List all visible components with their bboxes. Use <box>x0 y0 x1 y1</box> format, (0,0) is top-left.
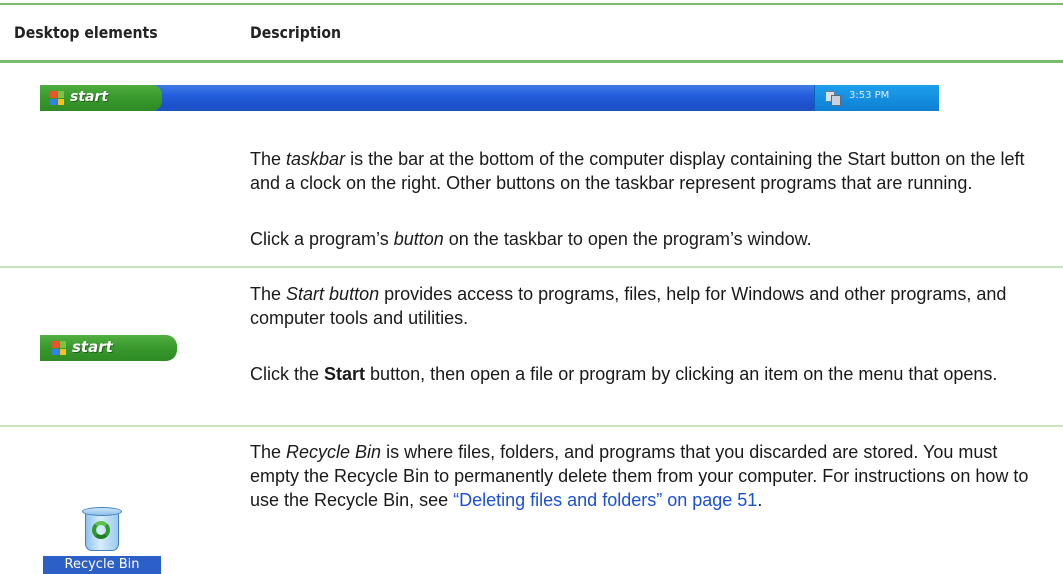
start-description-1: The Start button provides access to prog… <box>250 284 1007 328</box>
bold-start: Start <box>324 364 366 384</box>
windows-flag-icon <box>50 91 64 105</box>
start-description-2: Click the Start button, then open a file… <box>250 364 998 384</box>
taskbar-start-label: start <box>70 89 109 105</box>
recycle-bin-description: The Recycle Bin is where files, folders,… <box>250 442 1029 510</box>
taskbar-description-2: Click a program’s button on the taskbar … <box>250 229 812 249</box>
recycle-arrows-icon <box>92 521 110 539</box>
recycle-bin-icon <box>79 505 123 551</box>
taskbar-description-1: The taskbar is the bar at the bottom of … <box>250 149 1025 193</box>
term-taskbar: taskbar <box>286 149 346 169</box>
term-start-button: Start button <box>286 284 380 304</box>
taskbar-image: start 3:53 PM <box>40 85 939 111</box>
tray-clock: 3:53 PM <box>849 90 890 101</box>
row-divider <box>0 266 1063 268</box>
start-button-label: start <box>72 338 113 356</box>
windows-flag-icon <box>52 341 66 355</box>
start-button-image: start <box>40 335 177 361</box>
row-divider <box>0 425 1063 427</box>
column-header-desktop-elements: Desktop elements <box>14 23 158 42</box>
header-rule <box>0 60 1063 63</box>
table-header: Desktop elements Description <box>0 5 1063 60</box>
taskbar-start-button: start <box>40 85 162 111</box>
recycle-bin-label: Recycle Bin <box>43 556 161 574</box>
term-recycle-bin: Recycle Bin <box>286 442 382 462</box>
term-button: button <box>393 229 444 249</box>
column-header-description: Description <box>250 23 342 42</box>
deleting-files-link[interactable]: “Deleting files and folders” on page 51 <box>453 490 757 510</box>
network-icon <box>825 91 841 106</box>
system-tray: 3:53 PM <box>814 85 939 111</box>
